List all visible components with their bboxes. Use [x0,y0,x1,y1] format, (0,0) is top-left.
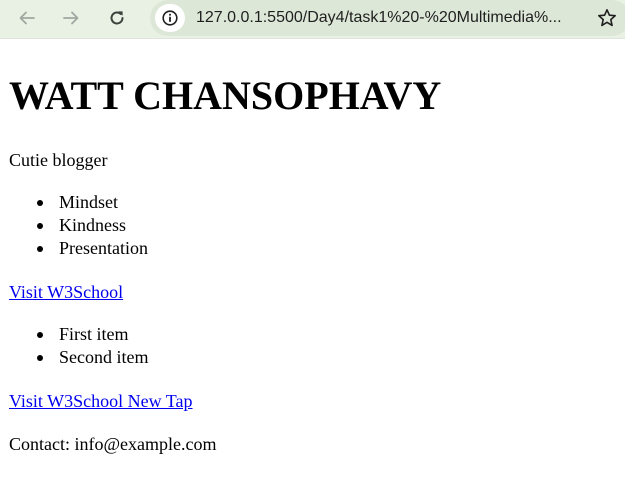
reload-icon [110,11,124,25]
star-icon [598,9,616,27]
arrow-left-icon [19,11,35,25]
list-item: Second item [0,346,148,369]
bullet-icon [37,355,43,361]
url-text[interactable]: 127.0.0.1:5500/Day4/task1%20-%20Multimed… [196,8,588,28]
forward-button[interactable] [56,4,86,32]
bullet-icon [37,200,43,206]
page-content: WATT CHANSOPHAVY Cutie blogger Mindset K… [0,39,625,483]
list-item: Presentation [0,237,148,260]
bullet-icon [37,223,43,229]
bookmark-button[interactable] [594,5,620,31]
list-item: First item [0,323,148,346]
visit-w3school-new-tab-link[interactable]: Visit W3School New Tap [9,390,192,412]
contact-text: Contact: info@example.com [9,434,217,454]
visit-w3school-link[interactable]: Visit W3School [9,281,123,303]
arrow-right-icon [63,11,79,25]
list-item: Kindness [0,214,148,237]
reload-button[interactable] [102,4,132,32]
page-title: WATT CHANSOPHAVY [9,73,442,118]
site-info-button[interactable] [155,4,185,32]
items-list: First item Second item [0,323,148,369]
skills-list: Mindset Kindness Presentation [0,191,148,260]
back-button[interactable] [12,4,42,32]
bullet-icon [37,246,43,252]
info-icon [162,10,178,26]
bullet-icon [37,332,43,338]
browser-toolbar: 127.0.0.1:5500/Day4/task1%20-%20Multimed… [0,0,625,39]
list-item: Mindset [0,191,148,214]
subtitle-text: Cutie blogger [9,150,108,170]
